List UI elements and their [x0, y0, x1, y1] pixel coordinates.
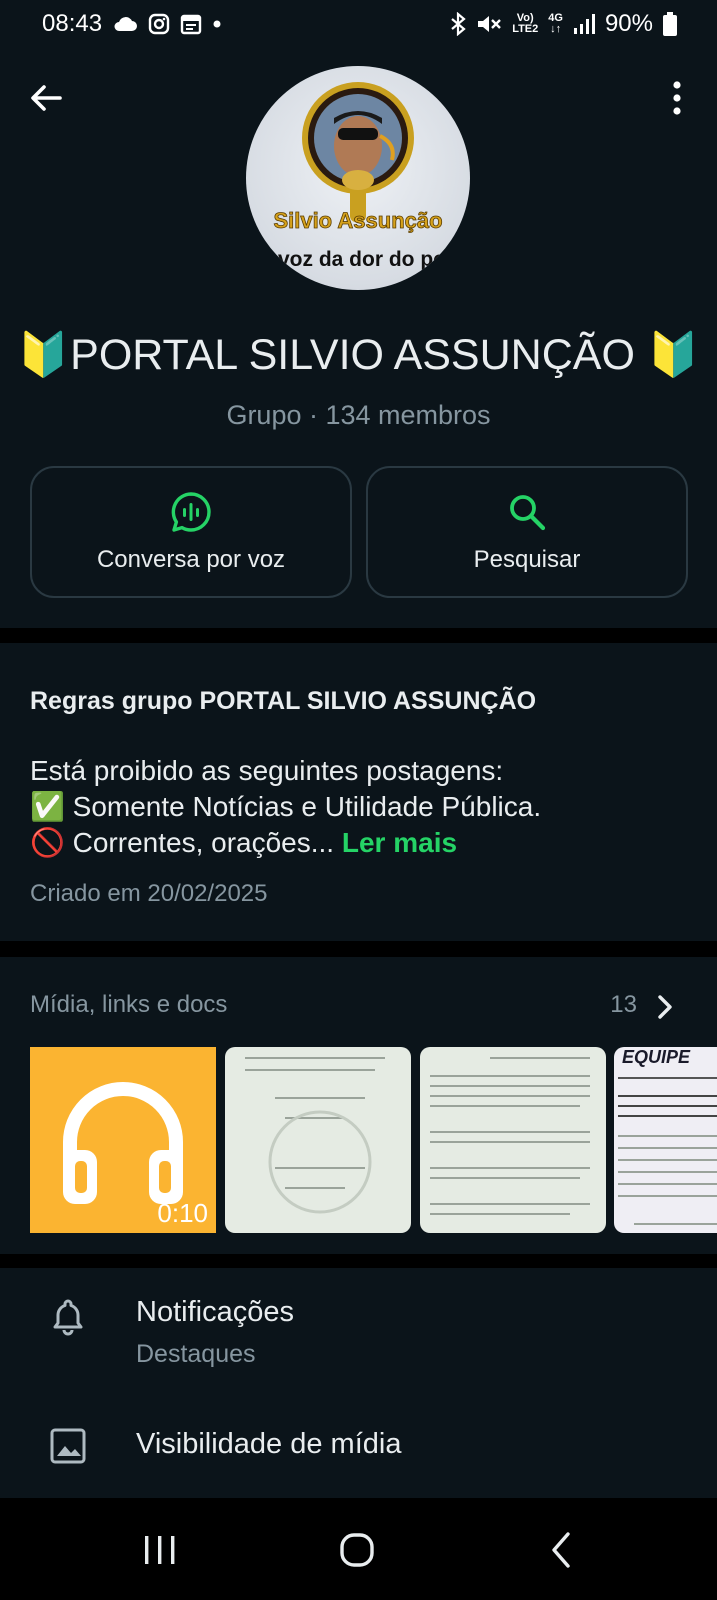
media-thumb-document[interactable] [420, 1047, 606, 1233]
battery-percent: 90% [604, 10, 653, 37]
status-time: 08:43 [42, 10, 103, 37]
system-navigation-bar [0, 1498, 717, 1600]
media-visibility-title: Visibilidade de mídia [136, 1428, 402, 1460]
status-bar: 08:43 Vo) LTE2 4G ↓↑ 90% [0, 0, 717, 48]
description-body: Está proibido as seguintes postagens: ✅ … [30, 753, 541, 861]
chevron-right-icon[interactable] [655, 993, 675, 1021]
media-visibility-row[interactable]: Visibilidade de mídia [0, 1388, 717, 1498]
created-date: Criado em 20/02/2025 [30, 880, 268, 907]
svg-text:voz da dor do po: voz da dor do po [278, 248, 446, 271]
back-arrow-icon[interactable] [26, 78, 66, 118]
notifications-subtitle: Destaques [136, 1340, 256, 1368]
description-line: ✅ Somente Notícias e Utilidade Pública. [30, 791, 542, 822]
network-indicator: 4G ↓↑ [548, 12, 563, 35]
svg-text:Silvio Assunção: Silvio Assunção [273, 208, 442, 233]
audio-duration: 0:10 [157, 1198, 208, 1228]
group-avatar[interactable]: Silvio Assunção voz da dor do po [246, 66, 470, 290]
mute-icon [478, 16, 502, 32]
more-options-icon[interactable] [667, 78, 687, 118]
search-label: Pesquisar [473, 546, 581, 573]
media-count[interactable]: 13 [610, 991, 637, 1019]
description-title: Regras grupo PORTAL SILVIO ASSUNÇÃO [30, 687, 537, 715]
description-line: Está proibido as seguintes postagens: [30, 755, 504, 786]
dot-icon [213, 20, 221, 28]
notifications-row[interactable]: Notificações Destaques [0, 1268, 717, 1388]
back-nav-icon[interactable] [540, 1528, 584, 1572]
battery-icon [663, 12, 677, 36]
bell-icon [53, 1299, 83, 1336]
search-icon [510, 495, 546, 531]
read-more-link[interactable]: Ler mais [342, 827, 457, 858]
avatar-logo: Silvio Assunção voz da dor do po [273, 82, 446, 271]
signal-icon [573, 14, 595, 34]
recent-apps-icon[interactable] [138, 1528, 182, 1572]
voice-chat-icon [171, 492, 211, 532]
volte-indicator: Vo) LTE2 [512, 12, 539, 35]
settings-list: Notificações Destaques Visibilidade de m… [0, 1268, 717, 1498]
cloud-icon [114, 17, 138, 31]
document-heading: EQUIPE [622, 1047, 691, 1067]
home-icon[interactable] [336, 1528, 380, 1572]
notifications-title: Notificações [136, 1296, 294, 1328]
group-info-header: Silvio Assunção voz da dor do po 🔰PORTAL… [0, 48, 717, 628]
bluetooth-icon [451, 12, 466, 36]
description-line: 🚫 Correntes, orações... Ler mais [30, 827, 458, 858]
group-description[interactable]: Regras grupo PORTAL SILVIO ASSUNÇÃO Está… [0, 643, 717, 941]
search-button[interactable]: Pesquisar [366, 466, 688, 598]
voice-chat-label: Conversa por voz [96, 546, 286, 573]
image-icon [50, 1428, 86, 1464]
group-name[interactable]: 🔰PORTAL SILVIO ASSUNÇÃO 🔰 [0, 330, 717, 380]
group-member-count[interactable]: Grupo · 134 membros [0, 400, 717, 431]
media-thumb-document[interactable] [225, 1047, 411, 1233]
media-links-docs-section: Mídia, links e docs 13 0:10 EQUIPE [0, 957, 717, 1254]
media-thumb-document[interactable]: EQUIPE [614, 1047, 717, 1233]
instagram-icon [148, 13, 170, 35]
media-thumb-audio[interactable]: 0:10 [30, 1047, 216, 1233]
voice-chat-button[interactable]: Conversa por voz [30, 466, 352, 598]
calendar-icon [180, 14, 202, 35]
media-section-title[interactable]: Mídia, links e docs [30, 991, 227, 1019]
